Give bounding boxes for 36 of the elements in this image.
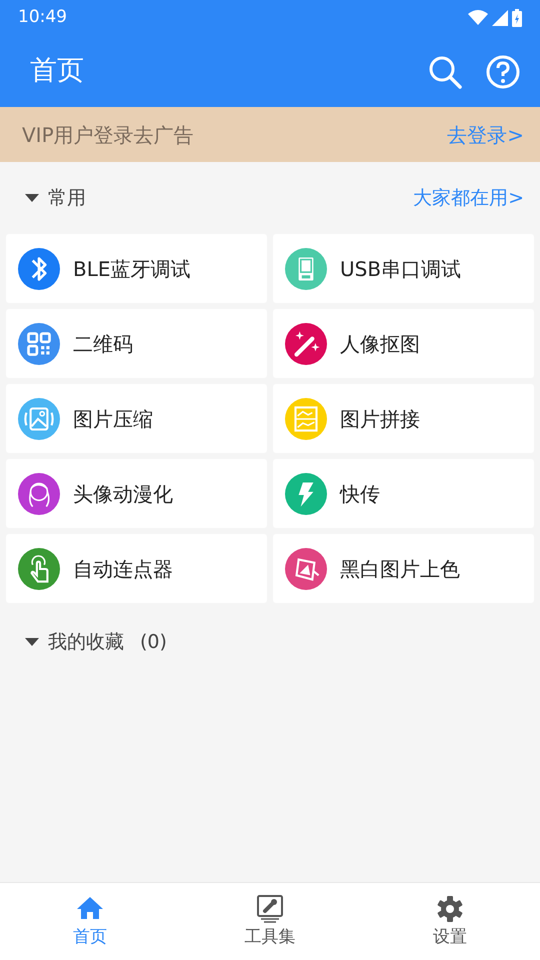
- tool-label: BLE蓝牙调试: [73, 256, 190, 282]
- tool-label: 黑白图片上色: [340, 556, 460, 582]
- search-icon[interactable]: [428, 54, 462, 88]
- help-icon[interactable]: [486, 54, 520, 88]
- tool-card[interactable]: 黑白图片上色: [273, 534, 534, 603]
- section-title: 我的收藏: [48, 630, 124, 655]
- wifi-icon: [468, 10, 488, 26]
- tool-card[interactable]: 头像动漫化: [6, 459, 267, 528]
- tool-label: 头像动漫化: [73, 480, 173, 508]
- nav-tab[interactable]: 设置: [360, 883, 540, 960]
- page-title: 首页: [30, 54, 84, 88]
- tool-card[interactable]: 图片拼接: [273, 384, 534, 453]
- signal-icon: [492, 10, 508, 26]
- tool-label: 自动连点器: [73, 556, 173, 582]
- battery-icon: [512, 9, 522, 27]
- section-title: 常用: [48, 186, 86, 211]
- tool-card[interactable]: USB串口调试: [273, 234, 534, 303]
- tool-card[interactable]: 自动连点器: [6, 534, 267, 603]
- tool-label: 人像抠图: [340, 330, 420, 358]
- toolbox-monitor-icon: [256, 895, 284, 923]
- tool-label: 二维码: [73, 330, 133, 358]
- tool-card[interactable]: BLE蓝牙调试: [6, 234, 267, 303]
- nav-tab[interactable]: 首页: [0, 883, 180, 960]
- tool-card[interactable]: 二维码: [6, 309, 267, 378]
- tool-card[interactable]: 人像抠图: [273, 309, 534, 378]
- tool-card[interactable]: 图片压缩: [6, 384, 267, 453]
- tool-label: 快传: [340, 480, 380, 508]
- vip-banner-text: VIP用户登录去广告: [22, 122, 194, 148]
- settings-icon: [436, 895, 464, 923]
- status-time: 10:49: [18, 6, 67, 30]
- tool-label: 图片拼接: [340, 406, 420, 432]
- tool-label: 图片压缩: [73, 406, 153, 432]
- tool-label: USB串口调试: [340, 256, 462, 282]
- nav-tab[interactable]: 工具集: [180, 883, 360, 960]
- favorites-count: (0): [140, 630, 167, 655]
- tool-card[interactable]: 快传: [273, 459, 534, 528]
